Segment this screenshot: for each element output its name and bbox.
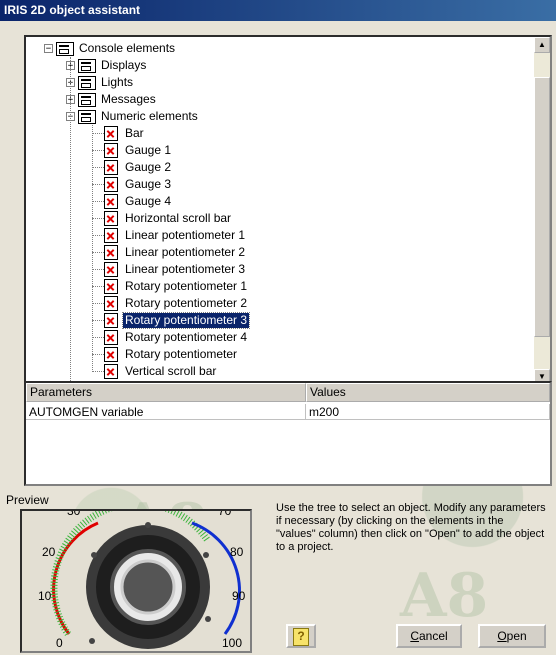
tree-node-label: Gauge 4 [125, 194, 172, 208]
collapse-icon[interactable]: − [44, 44, 53, 54]
tree-folder-node[interactable]: − Numeric elements [66, 108, 200, 125]
tree-node-label: Console elements [79, 41, 176, 55]
open-label: pen [506, 629, 527, 643]
tree-node-label: Lights [101, 75, 134, 89]
help-icon: ? [293, 628, 309, 646]
tree-object-node[interactable]: Vertical scroll bar [104, 363, 218, 380]
rotary-potentiometer-preview: 30 20 10 0 70 80 90 100 [22, 511, 250, 651]
object-icon [104, 296, 118, 311]
object-icon [104, 262, 118, 277]
tree-node-label: Gauge 1 [125, 143, 172, 157]
tree-node-label: Rotary potentiometer 4 [125, 330, 248, 344]
help-text: Use the tree to select an object. Modify… [276, 502, 546, 553]
object-icon [104, 364, 118, 379]
background-watermark: A8 [400, 561, 489, 631]
object-icon [104, 177, 118, 192]
parameter-name-cell: AUTOMGEN variable [26, 404, 306, 420]
parameter-value-cell[interactable]: m200 [306, 404, 550, 420]
tree-node-label: Gauge 2 [125, 160, 172, 174]
object-icon [104, 347, 118, 362]
scroll-up-button[interactable]: ▲ [534, 37, 550, 53]
tree-object-node[interactable]: Gauge 4 [104, 193, 173, 210]
tree-object-node[interactable]: Bar [104, 125, 146, 142]
object-icon [104, 126, 118, 141]
tree-node-label: Rotary potentiometer 3 [121, 312, 251, 329]
tree-node-label: Bar [125, 126, 144, 140]
object-tree[interactable]: − Console elements + Displays + Lights + Messag… [24, 35, 552, 387]
preview-pane: 30 20 10 0 70 80 90 100 [20, 509, 252, 653]
tree-node-label: Vertical scroll bar [125, 364, 217, 378]
tree-node-label: Rotary potentiometer 1 [125, 279, 248, 293]
dial-label-70: 70 [218, 511, 232, 518]
dial-label-10: 10 [38, 589, 52, 603]
tree-object-node[interactable]: Gauge 1 [104, 142, 173, 159]
object-icon [104, 228, 118, 243]
open-button[interactable]: Open [478, 624, 546, 648]
object-icon [104, 143, 118, 158]
scroll-thumb[interactable] [534, 77, 550, 337]
tree-node-label: Rotary potentiometer 2 [125, 296, 248, 310]
tree-node-label: Linear potentiometer 3 [125, 262, 246, 276]
tree-node-label: Linear potentiometer 1 [125, 228, 246, 242]
cancel-button[interactable]: Cancel [396, 624, 462, 648]
tree-node-label: Numeric elements [101, 109, 198, 123]
tree-object-node[interactable]: Rotary potentiometer 2 [104, 295, 249, 312]
tree-object-node[interactable]: Linear potentiometer 3 [104, 261, 247, 278]
tree-vertical-scrollbar[interactable]: ▲ ▼ [534, 37, 550, 385]
tree-object-node[interactable]: Rotary potentiometer 1 [104, 278, 249, 295]
object-icon [104, 330, 118, 345]
cancel-label: ancel [418, 629, 448, 643]
object-icon [104, 245, 118, 260]
tree-object-node[interactable]: Rotary potentiometer 3 [104, 312, 251, 329]
parameters-table: Parameters Values AUTOMGEN variable m200 [24, 381, 552, 486]
tree-object-node[interactable]: Linear potentiometer 1 [104, 227, 247, 244]
window-title: IRIS 2D object assistant [0, 0, 556, 21]
dial-label-100: 100 [222, 636, 242, 650]
tree-object-node[interactable]: Linear potentiometer 2 [104, 244, 247, 261]
folder-icon [78, 58, 96, 73]
folder-icon [56, 41, 74, 56]
folder-icon [78, 75, 96, 90]
object-icon [104, 279, 118, 294]
tree-folder-node[interactable]: + Messages [66, 91, 158, 108]
open-mnemonic: O [497, 629, 507, 643]
tree-node-label: Horizontal scroll bar [125, 211, 232, 225]
tree-folder-node[interactable]: + Displays [66, 57, 148, 74]
preview-label: Preview [6, 493, 49, 507]
object-icon [104, 194, 118, 209]
help-button[interactable]: ? [286, 624, 316, 648]
tree-node-label: Displays [101, 58, 147, 72]
tree-folder-node[interactable]: − Console elements [44, 40, 177, 57]
parameters-column-header[interactable]: Parameters [26, 383, 306, 402]
object-icon [104, 313, 118, 328]
object-icon [104, 211, 118, 226]
folder-icon [78, 92, 96, 107]
dial-label-20: 20 [42, 545, 56, 559]
tree-object-node[interactable]: Gauge 2 [104, 159, 173, 176]
dial-label-80: 80 [230, 545, 244, 559]
tree-folder-node[interactable]: + Lights [66, 74, 135, 91]
cancel-mnemonic: C [410, 629, 419, 643]
folder-icon [78, 109, 96, 124]
dial-label-30: 30 [67, 511, 81, 518]
dial-label-90: 90 [232, 589, 246, 603]
values-column-header[interactable]: Values [306, 383, 550, 402]
tree-node-label: Gauge 3 [125, 177, 172, 191]
tree-object-node[interactable]: Rotary potentiometer [104, 346, 239, 363]
tree-node-label: Messages [101, 92, 156, 106]
tree-node-label: Rotary potentiometer [125, 347, 238, 361]
tree-object-node[interactable]: Rotary potentiometer 4 [104, 329, 249, 346]
tree-node-label: Linear potentiometer 2 [125, 245, 246, 259]
tree-object-node[interactable]: Horizontal scroll bar [104, 210, 233, 227]
tree-object-node[interactable]: Gauge 3 [104, 176, 173, 193]
tree-view: − Console elements + Displays + Lights + Messag… [26, 37, 534, 385]
object-icon [104, 160, 118, 175]
dial-label-0: 0 [56, 636, 63, 650]
